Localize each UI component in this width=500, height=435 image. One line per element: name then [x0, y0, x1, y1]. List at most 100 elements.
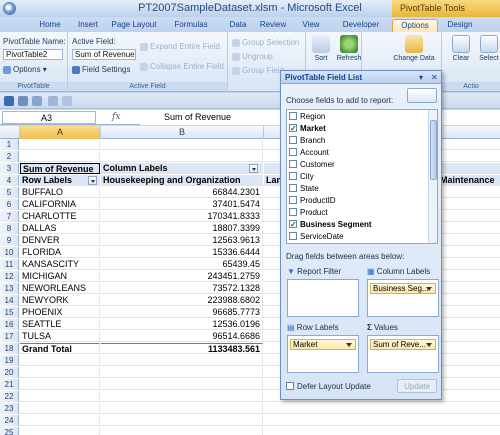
row-header[interactable]: 23 [0, 403, 19, 414]
cell-b[interactable] [101, 151, 263, 162]
column-labels-area[interactable]: Business Seg... [367, 279, 439, 317]
cell-a[interactable]: DALLAS [20, 223, 100, 234]
checked-checkbox-icon[interactable]: ✓ [289, 123, 297, 132]
update-button[interactable]: Update [397, 379, 437, 393]
checkbox-icon[interactable] [289, 135, 297, 144]
field-item[interactable]: ProductID [289, 195, 336, 207]
customize-qat-icon[interactable] [62, 96, 72, 106]
cell-a[interactable]: Grand Total [20, 343, 100, 354]
cell-a[interactable]: Row Labels [20, 175, 100, 186]
row-header[interactable]: 1 [0, 139, 19, 150]
tab-developer[interactable]: Developer [332, 19, 390, 32]
cell-b[interactable]: 65439.45 [101, 259, 263, 270]
tab-formulas[interactable]: Formulas [162, 19, 220, 32]
cell-a[interactable] [20, 355, 100, 366]
checkbox-icon[interactable] [289, 171, 297, 180]
cell-b[interactable] [101, 391, 263, 402]
cell-a[interactable] [20, 139, 100, 150]
select-button[interactable]: Select [476, 35, 500, 79]
cell-a[interactable]: NEWYORK [20, 295, 100, 306]
close-pane-icon[interactable]: ✕ [431, 73, 438, 82]
pivottable-field-list-pane[interactable]: PivotTable Field List ▾ ✕ Choose fields … [280, 70, 442, 400]
cell-a[interactable]: FLORIDA [20, 247, 100, 258]
cell-a[interactable] [20, 403, 100, 414]
cell-a[interactable]: CHARLOTTE [20, 211, 100, 222]
cell-b[interactable]: 12536.0196 [101, 319, 263, 330]
name-box[interactable]: A3 [2, 111, 96, 124]
tab-review[interactable]: Review [256, 19, 290, 32]
select-all-corner[interactable] [0, 126, 20, 139]
field-settings-button[interactable]: Field Settings [72, 65, 130, 74]
ungroup-button[interactable]: Ungroup [232, 52, 273, 61]
field-item[interactable]: Account [289, 147, 329, 159]
pane-options-chevron-icon[interactable]: ▾ [419, 73, 423, 82]
checkbox-icon[interactable] [289, 111, 297, 120]
row-header[interactable]: 13 [0, 283, 19, 294]
undo-dropdown-icon[interactable] [32, 96, 42, 106]
row-header[interactable]: 21 [0, 379, 19, 390]
cell-b[interactable] [101, 139, 263, 150]
cell-a[interactable] [20, 151, 100, 162]
cell-b[interactable]: Housekeeping and Organization [101, 175, 263, 186]
cell-b[interactable]: 223988.6802 [101, 295, 263, 306]
cell-b[interactable]: 18807.3399 [101, 223, 263, 234]
row-field-chip[interactable]: Market [290, 339, 356, 350]
field-item[interactable]: Product [289, 207, 328, 219]
field-list-scrollbar[interactable] [428, 110, 437, 243]
field-item[interactable]: State [289, 183, 319, 195]
cell-b[interactable] [101, 355, 263, 366]
active-field-input[interactable]: Sum of Revenue [72, 49, 136, 60]
column-header-b[interactable]: B [101, 126, 264, 139]
cell-a[interactable]: DENVER [20, 235, 100, 246]
field-item[interactable]: ✓ Business Segment [289, 219, 372, 231]
layout-options-button[interactable] [407, 88, 437, 103]
field-item[interactable]: ✓ Market [289, 123, 326, 135]
cell-a[interactable]: CALIFORNIA [20, 199, 100, 210]
pivottable-name-input[interactable]: PivotTable2 [3, 49, 63, 60]
cell-c[interactable] [264, 415, 500, 426]
checkbox-icon[interactable] [289, 231, 297, 240]
cell-a[interactable] [20, 367, 100, 378]
values-field-chip[interactable]: Sum of Reve... [370, 339, 436, 350]
group-field-button[interactable]: Group Field [232, 66, 284, 75]
checkbox-icon[interactable] [289, 159, 297, 168]
tab-view[interactable]: View [292, 19, 330, 32]
cell-a[interactable]: BUFFALO [20, 187, 100, 198]
row-header[interactable]: 7 [0, 211, 19, 222]
tab-page-layout[interactable]: Page Layout [108, 19, 160, 32]
tab-design[interactable]: Design [440, 19, 480, 32]
row-header[interactable]: 5 [0, 187, 19, 198]
clear-button[interactable]: Clear [448, 35, 474, 79]
cell-b[interactable]: 96514.6686 [101, 331, 263, 342]
row-header[interactable]: 14 [0, 295, 19, 306]
row-header[interactable]: 3 [0, 163, 19, 174]
cell-a[interactable] [20, 427, 100, 435]
row-header[interactable]: 4 [0, 175, 19, 186]
defer-layout-update-checkbox[interactable]: Defer Layout Update [286, 381, 371, 391]
cell-a[interactable]: KANSASCITY [20, 259, 100, 270]
cell-b[interactable]: 1133483.561 [101, 343, 263, 354]
checked-checkbox-icon[interactable]: ✓ [289, 219, 297, 228]
cell-b[interactable]: 73572.1328 [101, 283, 263, 294]
row-header[interactable]: 11 [0, 259, 19, 270]
row-header[interactable]: 22 [0, 391, 19, 402]
cell-a[interactable] [20, 379, 100, 390]
row-header[interactable]: 20 [0, 367, 19, 378]
field-item[interactable]: City [289, 171, 314, 183]
row-header[interactable]: 10 [0, 247, 19, 258]
tab-options[interactable]: Options [392, 19, 438, 32]
checkbox-icon[interactable] [289, 183, 297, 192]
cell-b[interactable]: 96685.7773 [101, 307, 263, 318]
checkbox-icon[interactable] [289, 207, 297, 216]
cell-c[interactable] [264, 403, 500, 414]
row-header[interactable]: 6 [0, 199, 19, 210]
cell-b[interactable] [101, 403, 263, 414]
cell-a[interactable] [20, 391, 100, 402]
cell-b[interactable] [101, 367, 263, 378]
column-labels-dropdown-icon[interactable] [249, 164, 258, 173]
cell-b[interactable] [101, 379, 263, 390]
field-item[interactable]: Branch [289, 135, 325, 147]
cell-a[interactable]: Sum of Revenue [20, 163, 100, 174]
tab-insert[interactable]: Insert [70, 19, 106, 32]
row-header[interactable]: 24 [0, 415, 19, 426]
